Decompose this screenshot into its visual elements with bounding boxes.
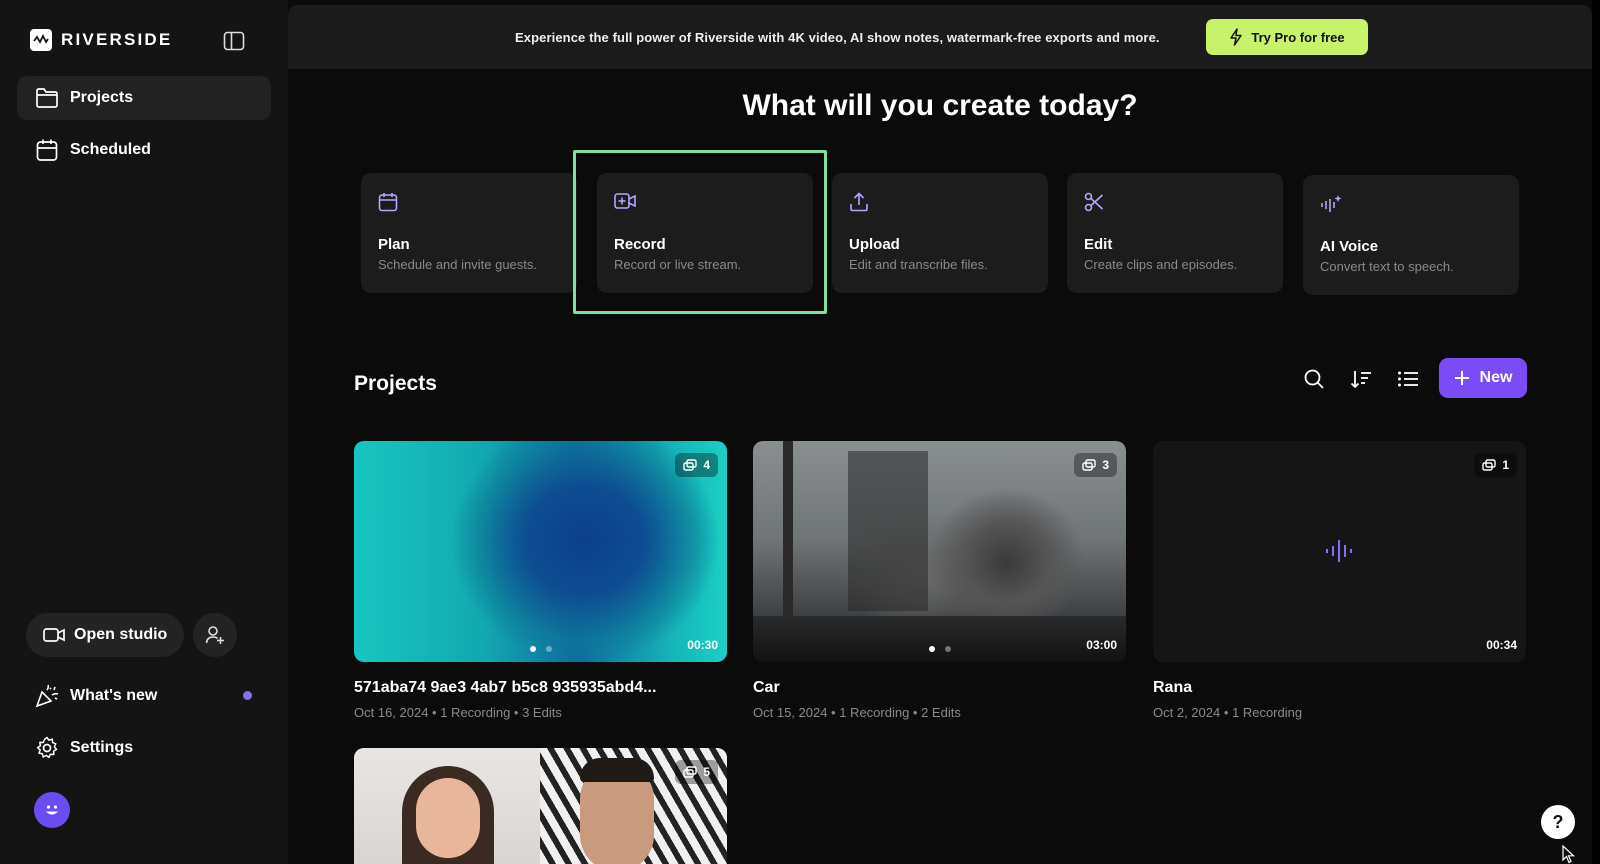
carousel-dots[interactable] — [928, 646, 951, 652]
folder-icon — [36, 88, 58, 108]
project-thumbnail[interactable]: 5 — [354, 748, 727, 864]
copy-icon — [683, 459, 698, 471]
action-desc: Record or live stream. — [614, 257, 742, 272]
building-shape — [848, 451, 928, 611]
projects-heading: Projects — [354, 372, 437, 395]
clip-count: 1 — [1502, 458, 1509, 472]
calendar-icon — [378, 192, 398, 217]
logo-mark-icon — [30, 29, 52, 51]
action-desc: Edit and transcribe files. — [849, 257, 988, 272]
whats-new-link[interactable]: What's new — [35, 684, 157, 708]
action-desc: Create clips and episodes. — [1084, 257, 1238, 272]
video-plus-icon — [614, 192, 636, 215]
add-user-icon — [205, 626, 224, 644]
new-project-button[interactable]: New — [1439, 358, 1527, 398]
action-desc: Convert text to speech. — [1320, 259, 1454, 274]
project-name[interactable]: Car — [753, 679, 1126, 697]
user-avatar[interactable] — [34, 792, 70, 828]
clip-count: 3 — [1102, 458, 1109, 472]
help-button[interactable]: ? — [1541, 805, 1575, 839]
project-card[interactable]: 4 00:30 571aba74 9ae3 4ab7 b5c8 935935ab… — [354, 441, 727, 720]
gear-icon — [36, 736, 58, 759]
upload-icon — [849, 192, 869, 217]
lightning-icon — [1230, 28, 1243, 46]
ai-voice-icon — [1320, 194, 1342, 219]
carousel-dots[interactable] — [529, 646, 552, 652]
face-shape — [416, 778, 480, 858]
sidebar-item-label: Projects — [70, 89, 134, 106]
banner-text: Experience the full power of Riverside w… — [515, 30, 1160, 45]
scissors-icon — [1084, 192, 1104, 217]
main-content: What will you create today? Plan Schedul… — [288, 0, 1592, 864]
sidebar-item-scheduled[interactable]: Scheduled — [17, 128, 271, 172]
whats-new-label: What's new — [70, 687, 158, 704]
sidebar-item-label: Scheduled — [70, 141, 151, 158]
invite-user-button[interactable] — [193, 613, 237, 657]
calendar-icon — [36, 139, 58, 161]
clip-count: 5 — [703, 765, 710, 779]
sidebar: RIVERSIDE Projects Scheduled Open studio… — [0, 0, 288, 864]
hair-shape — [580, 758, 654, 782]
action-title: Plan — [378, 236, 410, 253]
search-icon[interactable] — [1301, 366, 1327, 392]
project-thumbnail[interactable]: 3 03:00 — [753, 441, 1126, 662]
smiley-icon — [46, 805, 58, 815]
ground-shape — [753, 616, 1126, 662]
video-camera-icon — [43, 628, 65, 642]
action-card-ai-voice[interactable]: AI Voice Convert text to speech. — [1303, 175, 1519, 295]
copy-icon — [1482, 459, 1497, 471]
action-card-upload[interactable]: Upload Edit and transcribe files. — [832, 173, 1048, 293]
settings-link[interactable]: Settings — [35, 736, 133, 760]
mouse-cursor-icon — [1562, 844, 1576, 864]
list-view-icon[interactable] — [1395, 366, 1421, 392]
settings-label: Settings — [70, 739, 134, 756]
copy-icon — [683, 766, 698, 778]
audio-waveform-icon — [1325, 538, 1353, 569]
sort-icon[interactable] — [1348, 366, 1374, 392]
riverside-logo[interactable]: RIVERSIDE — [30, 29, 172, 51]
action-title: Record — [614, 236, 666, 253]
project-card[interactable]: 1 00:34 Rana Oct 2, 2024 • 1 Recording — [1153, 441, 1526, 720]
clip-count-badge: 3 — [1074, 453, 1117, 477]
project-meta: Oct 15, 2024 • 1 Recording • 2 Edits — [753, 705, 961, 720]
action-title: AI Voice — [1320, 238, 1379, 255]
clip-count: 4 — [703, 458, 710, 472]
sidebar-item-projects[interactable]: Projects — [17, 76, 271, 120]
action-card-record[interactable]: Record Record or live stream. — [597, 173, 813, 293]
project-card[interactable]: 5 — [354, 748, 727, 864]
try-pro-button[interactable]: Try Pro for free — [1206, 19, 1368, 55]
clip-count-badge: 4 — [675, 453, 718, 477]
page-headline: What will you create today? — [742, 89, 1138, 122]
copy-icon — [1082, 459, 1097, 471]
action-card-edit[interactable]: Edit Create clips and episodes. — [1067, 173, 1283, 293]
project-name[interactable]: 571aba74 9ae3 4ab7 b5c8 935935abd4... — [354, 679, 727, 697]
project-meta: Oct 2, 2024 • 1 Recording — [1153, 705, 1303, 720]
project-thumbnail[interactable]: 4 00:30 — [354, 441, 727, 662]
open-studio-label: Open studio — [74, 626, 168, 643]
open-studio-button[interactable]: Open studio — [26, 613, 184, 657]
action-title: Edit — [1084, 236, 1113, 253]
notification-dot — [243, 691, 252, 700]
project-thumbnail[interactable]: 1 00:34 — [1153, 441, 1526, 662]
clip-count-badge: 5 — [675, 760, 718, 784]
pro-banner: Experience the full power of Riverside w… — [288, 5, 1592, 69]
action-title: Upload — [849, 236, 900, 253]
guest-video-left — [354, 748, 540, 864]
action-card-plan[interactable]: Plan Schedule and invite guests. — [361, 173, 577, 293]
plus-icon — [1454, 371, 1469, 385]
duration-label: 00:34 — [1486, 638, 1517, 652]
project-meta: Oct 16, 2024 • 1 Recording • 3 Edits — [354, 705, 562, 720]
party-popper-icon — [35, 684, 59, 708]
duration-label: 00:30 — [687, 638, 718, 652]
sidebar-toggle-icon[interactable] — [223, 31, 245, 51]
brand-name: RIVERSIDE — [61, 30, 173, 49]
try-pro-label: Try Pro for free — [1251, 29, 1345, 45]
duration-label: 03:00 — [1086, 638, 1117, 652]
action-desc: Schedule and invite guests. — [378, 257, 537, 272]
new-button-label: New — [1479, 369, 1513, 386]
project-card[interactable]: 3 03:00 Car Oct 15, 2024 • 1 Recording •… — [753, 441, 1126, 720]
clip-count-badge: 1 — [1474, 453, 1517, 477]
project-name[interactable]: Rana — [1153, 679, 1526, 697]
sidebar-nav: Projects Scheduled — [17, 76, 271, 180]
